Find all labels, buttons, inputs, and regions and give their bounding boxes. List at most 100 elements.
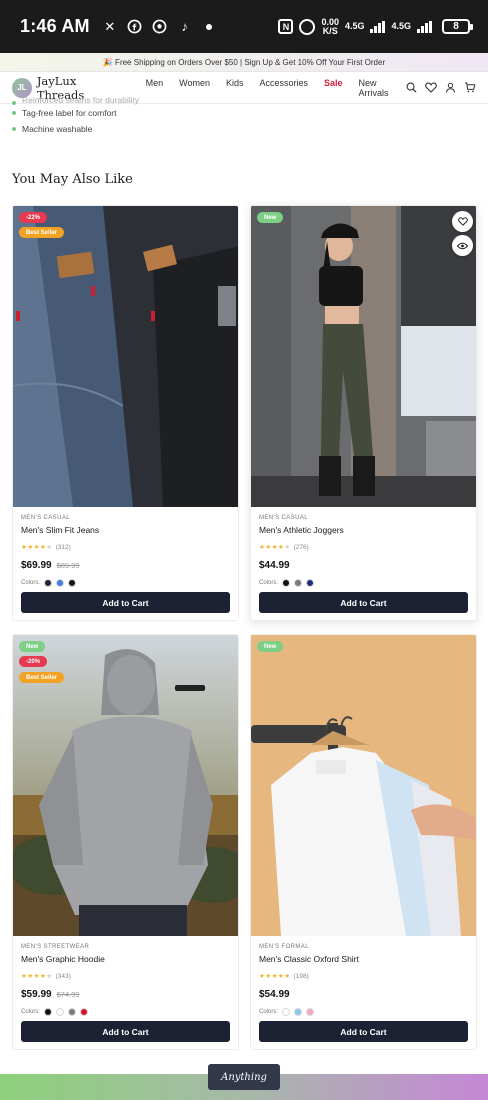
product-info: MEN'S CASUAL Men's Slim Fit Jeans ★★★★★ … — [21, 515, 230, 587]
add-to-cart-button[interactable]: Add to Cart — [21, 592, 230, 613]
system-icons: N 0.00 K/S 4.5G 4.5G 8 — [278, 17, 473, 36]
color-options: Colors: — [259, 1008, 468, 1016]
color-swatch[interactable] — [80, 1008, 89, 1016]
product-price: $54.99 — [259, 989, 468, 1000]
current-price: $44.99 — [259, 560, 290, 571]
best-seller-badge: Best Seller — [19, 227, 65, 238]
nav-link-accessories[interactable]: Accessories — [259, 78, 308, 98]
product-card[interactable]: -22% Best Seller MEN'S CASUAL Men's Slim… — [12, 205, 239, 621]
color-swatch[interactable] — [68, 579, 77, 587]
add-to-cart-button[interactable]: Add to Cart — [259, 592, 468, 613]
product-name[interactable]: Men's Classic Oxford Shirt — [259, 954, 468, 964]
network-type-2: 4.5G — [391, 21, 411, 31]
product-image[interactable]: New — [251, 635, 476, 936]
product-rating: ★★★★★ (276) — [259, 543, 468, 552]
product-category: MEN'S STREETWEAR — [21, 944, 90, 950]
review-count: (343) — [55, 972, 71, 980]
list-item: Machine washable — [12, 121, 139, 137]
main-nav: Men Women Kids Accessories Sale New Arri… — [146, 78, 406, 98]
nfc-icon: N — [278, 19, 294, 34]
add-to-cart-button[interactable]: Add to Cart — [21, 1021, 230, 1042]
product-price: $69.99 $89.99 — [21, 560, 230, 571]
product-card[interactable]: New -20% Best Seller MEN'S STREETWEAR Me… — [12, 634, 239, 1050]
product-name[interactable]: Men's Athletic Joggers — [259, 525, 468, 535]
signal-icon — [370, 20, 386, 33]
color-swatch[interactable] — [56, 1008, 65, 1016]
promo-banner[interactable]: 🎉 Free Shipping on Orders Over $50 | Sig… — [0, 53, 488, 72]
heart-icon — [457, 217, 468, 226]
nav-link-kids[interactable]: Kids — [226, 78, 244, 98]
product-info: MEN'S CASUAL Men's Athletic Joggers ★★★★… — [259, 515, 468, 587]
search-icon[interactable] — [406, 82, 417, 93]
list-item: Reinforced seams for durability — [12, 95, 139, 105]
product-card[interactable]: New MEN'S FORMAL Men's Classic Oxford Sh… — [250, 634, 477, 1050]
current-price: $69.99 — [21, 560, 52, 571]
discount-badge: -22% — [19, 212, 48, 223]
color-swatch[interactable] — [294, 579, 303, 587]
anything-pill[interactable]: Anything — [208, 1064, 280, 1090]
colors-label: Colors: — [259, 580, 279, 586]
product-image[interactable]: -22% Best Seller — [13, 206, 238, 507]
tiktok-icon: ♪ — [181, 19, 189, 34]
color-swatch[interactable] — [56, 579, 65, 587]
product-price: $44.99 — [259, 560, 468, 571]
color-options: Colors: — [21, 1008, 230, 1016]
network-type-1: 4.5G — [344, 21, 365, 31]
list-item: Tag-free label for comfort — [12, 105, 139, 121]
product-category: MEN'S FORMAL — [259, 944, 309, 950]
product-category: MEN'S CASUAL — [259, 515, 308, 521]
color-options: Colors: — [259, 579, 468, 587]
colors-label: Colors: — [21, 580, 41, 586]
product-rating: ★★★★★ (198) — [259, 972, 468, 981]
review-count: (312) — [55, 543, 71, 551]
new-badge: New — [19, 641, 46, 652]
star-rating-icon: ★★★★★ — [21, 544, 53, 551]
nav-link-new-arrivals[interactable]: New Arrivals — [359, 78, 406, 98]
status-time: 1:46 AM — [20, 16, 90, 36]
product-image[interactable]: New — [251, 206, 476, 507]
product-name[interactable]: Men's Slim Fit Jeans — [21, 525, 230, 535]
product-card[interactable]: New MEN'S CASUAL Men's Athletic Joggers … — [250, 205, 477, 621]
original-price: $89.99 — [56, 561, 80, 570]
color-options: Colors: — [21, 579, 230, 587]
x-app-icon: ✕ — [104, 18, 116, 34]
status-bar: 1:46 AM ✕ ♪ N 0.00 K/S 4.5G 4.5G 8 — [0, 0, 488, 53]
product-details-list: Reinforced seams for durability Tag-free… — [12, 95, 139, 137]
wishlist-button[interactable] — [452, 211, 473, 232]
product-rating: ★★★★★ (343) — [21, 972, 230, 981]
color-swatch[interactable] — [282, 579, 291, 587]
cart-icon[interactable] — [464, 82, 476, 93]
current-price: $54.99 — [259, 989, 290, 1000]
color-swatch[interactable] — [306, 1008, 315, 1016]
product-image[interactable]: New -20% Best Seller — [13, 635, 238, 936]
heart-icon[interactable] — [425, 82, 437, 93]
product-info: MEN'S STREETWEAR Men's Graphic Hoodie ★★… — [21, 944, 230, 1016]
nav-link-sale[interactable]: Sale — [324, 78, 343, 98]
product-info: MEN'S FORMAL Men's Classic Oxford Shirt … — [259, 944, 468, 1016]
header-actions — [406, 82, 476, 93]
color-swatch[interactable] — [44, 579, 53, 587]
colors-label: Colors: — [259, 1009, 279, 1015]
review-count: (276) — [293, 543, 309, 551]
quick-view-button[interactable] — [452, 235, 473, 256]
color-swatch[interactable] — [44, 1008, 53, 1016]
color-swatch[interactable] — [282, 1008, 291, 1016]
color-swatch[interactable] — [294, 1008, 303, 1016]
review-count: (198) — [293, 972, 309, 980]
battery-icon: 8 — [442, 19, 473, 34]
nav-link-women[interactable]: Women — [179, 78, 210, 98]
more-notifications-dot — [205, 23, 212, 30]
soccer-ball-icon — [152, 19, 168, 35]
user-icon[interactable] — [445, 82, 456, 93]
add-to-cart-button[interactable]: Add to Cart — [259, 1021, 468, 1042]
product-name[interactable]: Men's Graphic Hoodie — [21, 954, 230, 964]
star-rating-icon: ★★★★★ — [21, 973, 53, 980]
color-swatch[interactable] — [68, 1008, 77, 1016]
color-swatch[interactable] — [306, 579, 315, 587]
notification-icons: ✕ ♪ — [102, 19, 212, 35]
star-rating-icon: ★★★★★ — [259, 973, 291, 980]
product-rating: ★★★★★ (312) — [21, 543, 230, 552]
nav-link-men[interactable]: Men — [146, 78, 164, 98]
product-price: $59.99 $74.99 — [21, 989, 230, 1000]
original-price: $74.99 — [56, 990, 80, 999]
